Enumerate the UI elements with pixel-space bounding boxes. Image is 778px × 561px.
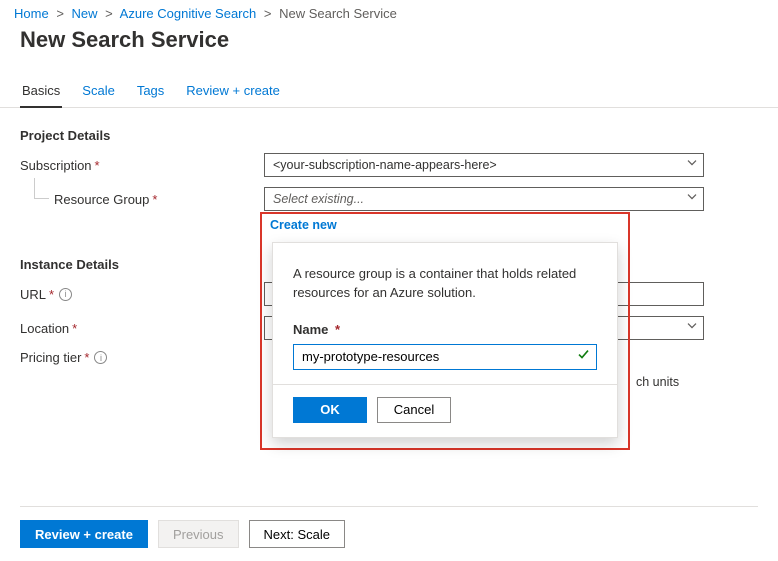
label-resource-group: Resource Group * bbox=[20, 192, 264, 207]
breadcrumb: Home > New > Azure Cognitive Search > Ne… bbox=[0, 0, 778, 25]
tab-basics[interactable]: Basics bbox=[20, 77, 62, 108]
label-subscription-text: Subscription bbox=[20, 158, 92, 173]
tab-tags[interactable]: Tags bbox=[135, 77, 166, 107]
resource-group-name-input[interactable] bbox=[293, 344, 597, 370]
subscription-select[interactable]: <your-subscription-name-appears-here> bbox=[264, 153, 704, 177]
breadcrumb-link-home[interactable]: Home bbox=[14, 6, 49, 21]
label-pricing-tier: Pricing tier * i bbox=[20, 350, 264, 365]
popover-description: A resource group is a container that hol… bbox=[293, 265, 597, 303]
row-resource-group: Resource Group * Select existing... bbox=[20, 187, 758, 211]
required-indicator: * bbox=[335, 322, 340, 337]
tab-review-create[interactable]: Review + create bbox=[184, 77, 282, 107]
label-pricing-tier-text: Pricing tier bbox=[20, 350, 81, 365]
chevron-down-icon bbox=[687, 191, 697, 205]
label-location-text: Location bbox=[20, 321, 69, 336]
create-resource-group-popover: A resource group is a container that hol… bbox=[272, 242, 618, 438]
label-url: URL * i bbox=[20, 287, 264, 302]
required-indicator: * bbox=[95, 158, 100, 173]
breadcrumb-link-new[interactable]: New bbox=[72, 6, 98, 21]
breadcrumb-sep: > bbox=[264, 6, 272, 21]
popover-name-label-text: Name bbox=[293, 322, 328, 337]
info-icon[interactable]: i bbox=[59, 288, 72, 301]
create-new-link[interactable]: Create new bbox=[262, 214, 628, 238]
section-project-details: Project Details bbox=[20, 128, 758, 143]
required-indicator: * bbox=[72, 321, 77, 336]
label-subscription: Subscription * bbox=[20, 158, 264, 173]
label-url-text: URL bbox=[20, 287, 46, 302]
tabs: Basics Scale Tags Review + create bbox=[0, 77, 778, 108]
breadcrumb-current: New Search Service bbox=[279, 6, 397, 21]
label-location: Location * bbox=[20, 321, 264, 336]
required-indicator: * bbox=[49, 287, 54, 302]
bottom-bar-separator bbox=[20, 506, 758, 507]
breadcrumb-sep: > bbox=[56, 6, 64, 21]
row-subscription: Subscription * <your-subscription-name-a… bbox=[20, 153, 758, 177]
required-indicator: * bbox=[152, 192, 157, 207]
breadcrumb-link-acs[interactable]: Azure Cognitive Search bbox=[120, 6, 257, 21]
bottom-bar: Review + create Previous Next: Scale bbox=[20, 520, 758, 548]
chevron-down-icon bbox=[687, 157, 697, 171]
breadcrumb-sep: > bbox=[105, 6, 113, 21]
resource-group-popover-outline: Create new A resource group is a contain… bbox=[260, 212, 630, 450]
next-button[interactable]: Next: Scale bbox=[249, 520, 345, 548]
tab-scale[interactable]: Scale bbox=[80, 77, 117, 107]
required-indicator: * bbox=[84, 350, 89, 365]
cancel-button[interactable]: Cancel bbox=[377, 397, 451, 423]
chevron-down-icon bbox=[687, 320, 697, 334]
resource-group-placeholder: Select existing... bbox=[273, 192, 364, 206]
resource-group-select[interactable]: Select existing... bbox=[264, 187, 704, 211]
review-create-button[interactable]: Review + create bbox=[20, 520, 148, 548]
page-title: New Search Service bbox=[0, 25, 778, 63]
ok-button[interactable]: OK bbox=[293, 397, 367, 423]
previous-button: Previous bbox=[158, 520, 239, 548]
info-icon[interactable]: i bbox=[94, 351, 107, 364]
subscription-value: <your-subscription-name-appears-here> bbox=[273, 158, 497, 172]
label-resource-group-text: Resource Group bbox=[54, 192, 149, 207]
check-icon bbox=[577, 347, 590, 366]
popover-name-label: Name * bbox=[293, 321, 597, 340]
